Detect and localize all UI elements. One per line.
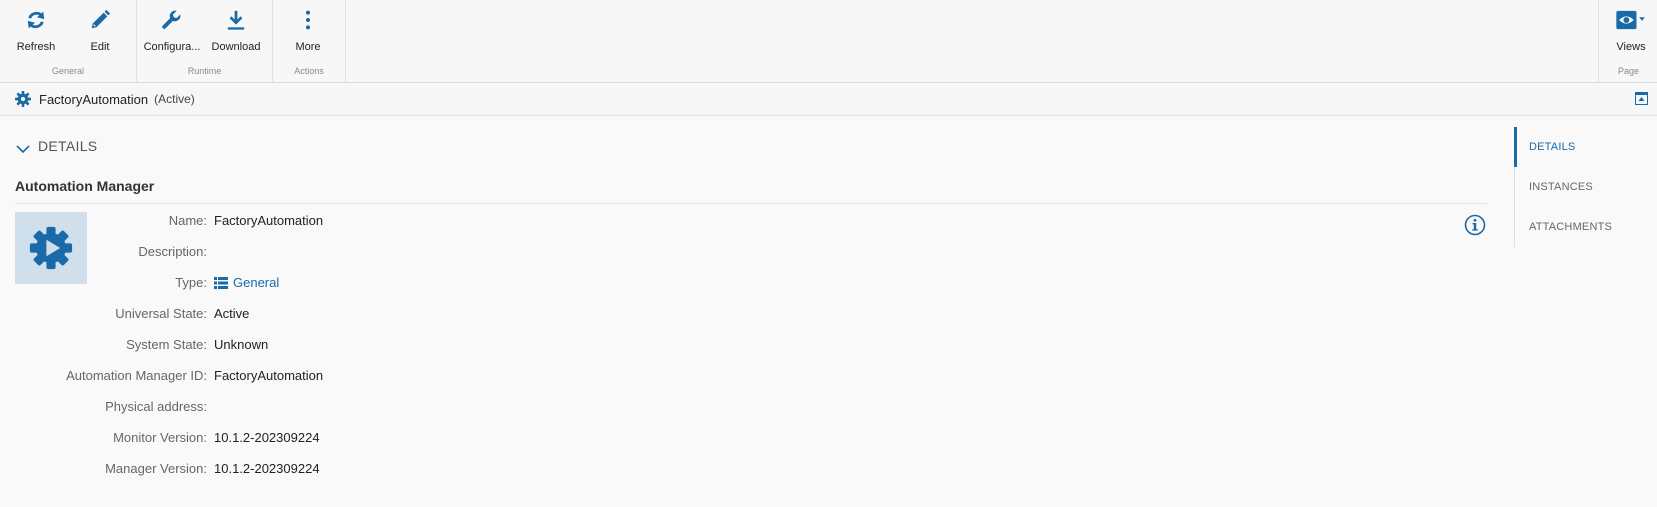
nav-item-attachments[interactable]: ATTACHMENTS	[1529, 221, 1612, 233]
property-row-description: Description:	[0, 244, 800, 264]
group-label-runtime: Runtime	[187, 66, 222, 76]
property-row-type: Type: General	[0, 275, 800, 295]
property-value: FactoryAutomation	[214, 368, 324, 383]
refresh-label: Refresh	[16, 41, 56, 53]
group-label-actions: Actions	[294, 66, 324, 76]
views-button[interactable]: Views	[1609, 0, 1653, 56]
configure-label: Configura...	[143, 41, 201, 53]
property-value: 10.1.2-202309224	[214, 430, 320, 445]
pencil-icon	[87, 7, 113, 33]
more-label: More	[295, 41, 321, 53]
download-button[interactable]: Download	[209, 0, 263, 56]
property-label: Name:	[168, 213, 207, 228]
wrench-icon	[159, 7, 185, 33]
property-value: Unknown	[214, 337, 269, 352]
property-value: Active	[214, 306, 250, 321]
download-icon	[223, 7, 249, 33]
card-divider	[15, 203, 1487, 204]
configure-button[interactable]: Configura...	[143, 0, 201, 56]
ribbon-group-runtime: Configura... Download Runtime	[137, 0, 273, 82]
property-row-physical-address: Physical address:	[0, 399, 800, 419]
eye-icon	[1613, 7, 1649, 33]
more-vertical-icon	[295, 7, 321, 33]
card-title: Automation Manager	[15, 178, 155, 194]
edit-button[interactable]: Edit	[80, 0, 120, 56]
gear-icon	[15, 91, 31, 107]
nav-item-details[interactable]: DETAILS	[1529, 141, 1575, 153]
group-label-page: Page	[1617, 66, 1640, 76]
type-link[interactable]: General	[233, 275, 279, 290]
property-value-type: General	[214, 275, 279, 290]
property-label: Monitor Version:	[113, 430, 207, 445]
ribbon-group-general: Refresh Edit General	[0, 0, 137, 82]
entity-name: FactoryAutomation	[39, 91, 149, 107]
property-label: Physical address:	[105, 399, 207, 414]
active-indicator	[1514, 127, 1517, 167]
group-label-general: General	[51, 66, 85, 76]
property-label: Automation Manager ID:	[66, 368, 207, 383]
edit-label: Edit	[90, 41, 110, 53]
property-row-manager-id: Automation Manager ID: FactoryAutomation	[0, 368, 800, 388]
views-label: Views	[1616, 41, 1646, 53]
entity-title-bar: FactoryAutomation (Active)	[0, 83, 1657, 116]
property-row-monitor-version: Monitor Version: 10.1.2-202309224	[0, 430, 800, 450]
property-label: Type:	[175, 275, 207, 290]
refresh-icon	[23, 7, 49, 33]
list-icon	[214, 276, 228, 290]
details-section-toggle[interactable]: DETAILS	[16, 138, 97, 154]
property-label: System State:	[126, 337, 207, 352]
property-label: Description:	[138, 244, 207, 259]
property-label: Universal State:	[115, 306, 207, 321]
refresh-button[interactable]: Refresh	[14, 0, 58, 56]
info-icon[interactable]	[1464, 214, 1486, 236]
section-navigation: DETAILS INSTANCES ATTACHMENTS	[1514, 127, 1657, 247]
ribbon-group-actions: More Actions	[273, 0, 346, 82]
entity-state: (Active)	[154, 92, 195, 106]
property-row-name: Name: FactoryAutomation	[0, 213, 800, 233]
section-title: DETAILS	[38, 138, 98, 154]
nav-item-instances[interactable]: INSTANCES	[1529, 181, 1593, 193]
property-value: 10.1.2-202309224	[214, 461, 320, 476]
property-row-system-state: System State: Unknown	[0, 337, 800, 357]
property-row-manager-version: Manager Version: 10.1.2-202309224	[0, 461, 800, 481]
ribbon-toolbar: Refresh Edit General Configura... Downlo…	[0, 0, 1657, 83]
download-label: Download	[211, 41, 261, 53]
property-value: FactoryAutomation	[214, 213, 324, 228]
property-label: Manager Version:	[105, 461, 207, 476]
chevron-down-icon	[16, 141, 30, 154]
collapse-panel-icon[interactable]	[1635, 92, 1648, 105]
ribbon-group-page: Views Page	[1598, 0, 1657, 82]
property-row-universal-state: Universal State: Active	[0, 306, 800, 326]
more-button[interactable]: More	[288, 0, 328, 56]
